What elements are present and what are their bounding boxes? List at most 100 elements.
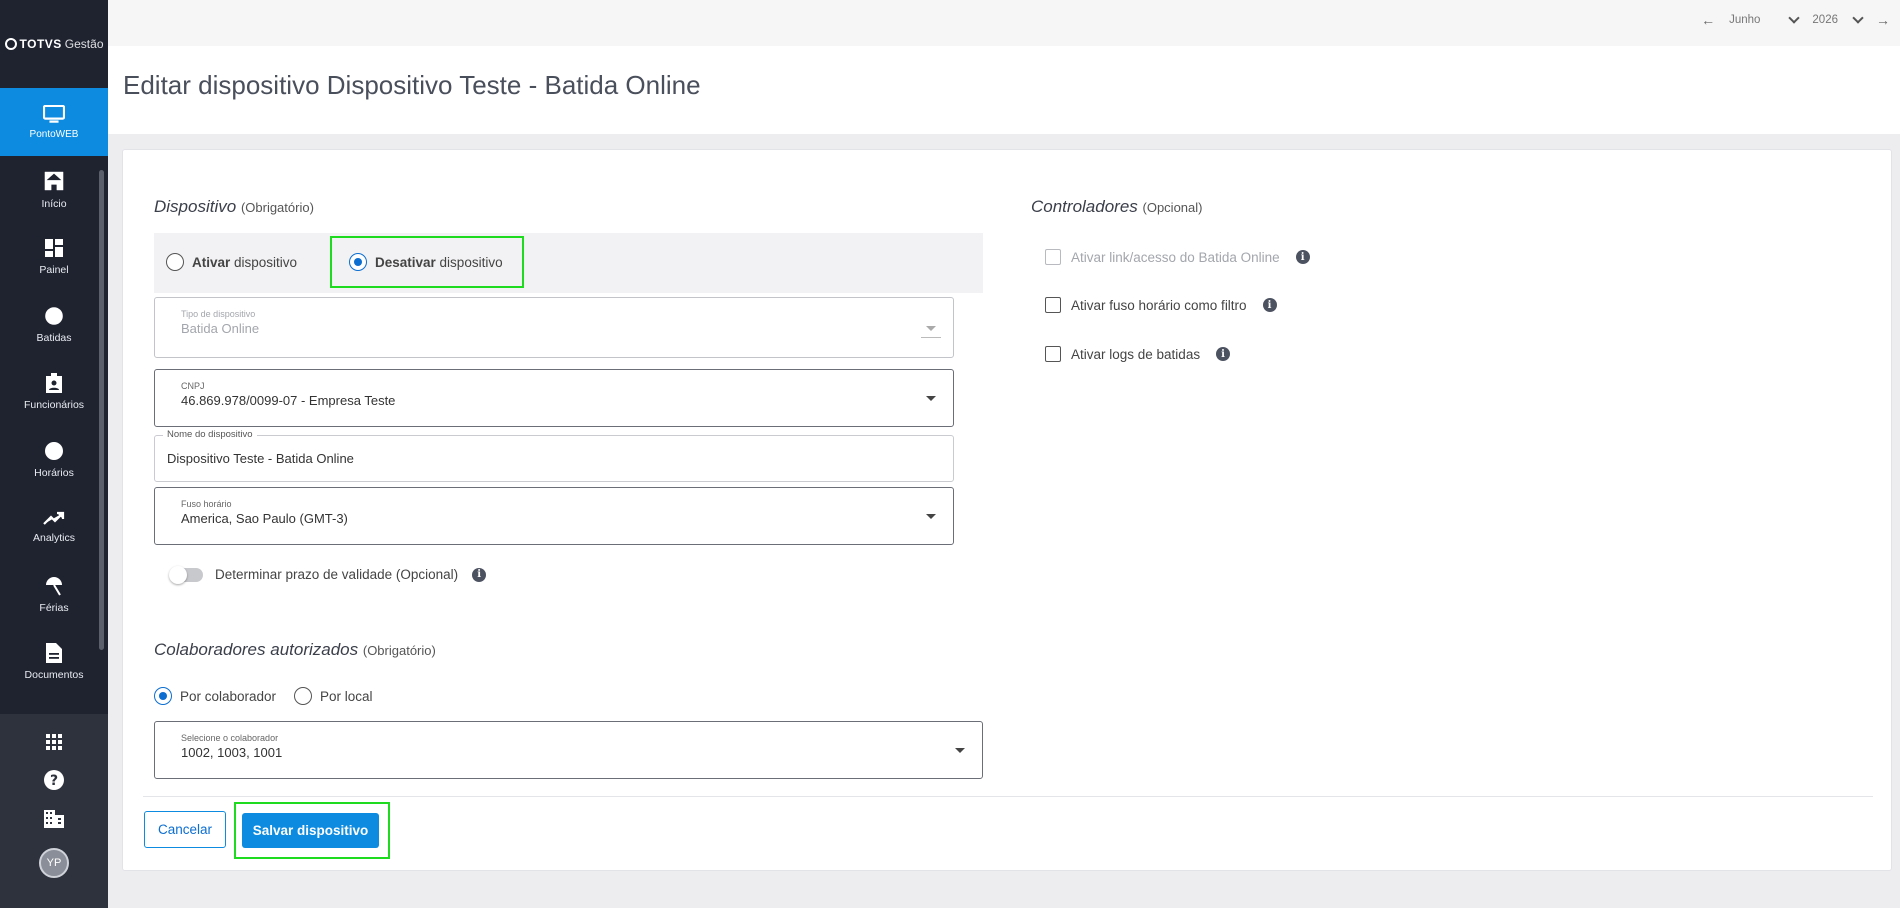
footer-divider xyxy=(143,796,1873,797)
checkbox-timezone-filter[interactable]: Ativar fuso horário como filtro i xyxy=(1045,297,1277,313)
page-title: Editar dispositivo Dispositivo Teste - B… xyxy=(123,70,701,100)
field-value: America, Sao Paulo (GMT-3) xyxy=(181,511,348,526)
checkbox-box xyxy=(1045,346,1061,362)
timezone-select[interactable]: Fuso horário America, Sao Paulo (GMT-3) xyxy=(154,487,954,545)
radio-circle xyxy=(166,253,184,271)
validity-label: Determinar prazo de validade (Opcional) xyxy=(215,567,459,582)
field-label: Selecione o colaborador xyxy=(181,733,279,743)
home-icon xyxy=(44,171,64,190)
section-note: (Opcional) xyxy=(1142,200,1203,215)
sidebar-item-batidas[interactable]: Batidas xyxy=(0,291,108,359)
cancel-button[interactable]: Cancelar xyxy=(144,811,226,848)
info-icon[interactable]: i xyxy=(1216,347,1231,361)
caret-down-icon xyxy=(926,396,936,401)
sidebar-item-documentos[interactable]: Documentos xyxy=(0,629,108,697)
checkbox-logs[interactable]: Ativar logs de batidas i xyxy=(1045,346,1231,362)
field-label: CNPJ xyxy=(181,381,205,391)
collaborators-section-title: Colaboradores autorizados (Obrigatório) xyxy=(154,640,436,660)
by-location-radio[interactable]: Por local xyxy=(294,687,373,705)
sidebar-item-label: Férias xyxy=(39,601,69,614)
sidebar-item-label: Funcionários xyxy=(23,399,85,412)
device-name-field[interactable]: Nome do dispositivo Dispositivo Teste - … xyxy=(154,429,954,482)
building-icon[interactable] xyxy=(44,810,64,828)
info-icon[interactable]: i xyxy=(1295,250,1310,264)
radio-circle xyxy=(294,687,312,705)
sidebar-item-analytics[interactable]: Analytics xyxy=(0,494,108,562)
month-value: Junho xyxy=(1729,14,1761,26)
form-card: Dispositivo (Obrigatório) Ativar disposi… xyxy=(122,149,1892,871)
checkbox-box xyxy=(1045,249,1061,265)
caret-down-icon xyxy=(926,514,936,519)
sidebar-item-inicio[interactable]: Início xyxy=(0,156,108,224)
top-bar: ← Junho 2026 → xyxy=(108,0,1900,46)
field-label: Fuso horário xyxy=(181,499,232,509)
device-type-select: Tipo de dispositivo Batida Online xyxy=(154,297,954,358)
radio-label-rest: dispositivo xyxy=(230,254,298,270)
sidebar-item-label: Painel xyxy=(39,264,69,277)
monitor-icon xyxy=(43,104,65,123)
sidebar-item-horarios[interactable]: Horários xyxy=(0,426,108,494)
logo-ring-icon xyxy=(4,38,17,50)
field-value: 1002, 1003, 1001 xyxy=(181,745,283,760)
clock-icon xyxy=(45,441,63,460)
validity-toggle[interactable] xyxy=(169,566,203,584)
avatar[interactable]: YP xyxy=(39,848,69,878)
logo-product: Gestão xyxy=(64,37,104,51)
sidebar-item-painel[interactable]: Painel xyxy=(0,224,108,292)
section-title-text: Colaboradores autorizados xyxy=(154,640,359,659)
prev-period-arrow-icon[interactable]: ← xyxy=(1701,12,1715,28)
badge-icon xyxy=(46,373,62,394)
dashboard-icon xyxy=(45,239,63,258)
caret-down-icon xyxy=(926,325,936,331)
apps-grid-icon[interactable] xyxy=(46,734,62,750)
svg-text:?: ? xyxy=(50,773,58,789)
radio-label: Por colaborador xyxy=(180,688,277,704)
sidebar-item-label: Analytics xyxy=(32,532,75,545)
sidebar-item-label: Batidas xyxy=(36,331,72,344)
section-note: (Obrigatório) xyxy=(362,643,436,658)
trending-icon xyxy=(43,512,65,526)
module-pontoweb[interactable]: PontoWEB xyxy=(0,88,108,156)
checkbox-label: Ativar fuso horário como filtro xyxy=(1071,297,1247,313)
umbrella-icon xyxy=(46,576,62,596)
radio-label: Ativar dispositivo xyxy=(192,255,297,270)
next-period-arrow-icon[interactable]: → xyxy=(1876,12,1890,28)
underline xyxy=(921,337,941,338)
year-value: 2026 xyxy=(1812,14,1838,26)
by-collaborator-radio[interactable]: Por colaborador xyxy=(154,687,276,705)
app-logo[interactable]: TOTVS Gestão xyxy=(0,0,108,88)
highlight-box xyxy=(330,236,524,288)
field-label: Tipo de dispositivo xyxy=(181,309,256,319)
cnpj-select[interactable]: CNPJ 46.869.978/0099-07 - Empresa Teste xyxy=(154,369,954,427)
sidebar-item-label: Início xyxy=(41,197,67,210)
logo-brand: TOTVS xyxy=(19,37,62,51)
activate-device-radio[interactable]: Ativar dispositivo xyxy=(166,253,297,271)
period-selector: ← Junho 2026 → xyxy=(1701,11,1890,28)
device-status-radio-group: Ativar dispositivo Desativar dispositivo xyxy=(154,233,983,293)
collaborator-select[interactable]: Selecione o colaborador 1002, 1003, 1001 xyxy=(154,721,983,779)
controllers-section-title: Controladores (Opcional) xyxy=(1031,197,1202,217)
sidebar-item-ferias[interactable]: Férias xyxy=(0,561,108,629)
year-select[interactable]: 2026 xyxy=(1812,11,1864,26)
validity-toggle-label-row: Determinar prazo de validade (Opcional) … xyxy=(215,567,487,582)
info-icon[interactable]: i xyxy=(1262,298,1277,312)
sidebar-bottom: ? YP xyxy=(0,714,108,908)
field-value: Dispositivo Teste - Batida Online xyxy=(167,451,354,466)
sidebar: TOTVS Gestão PontoWEB Início Painel Bati… xyxy=(0,0,108,908)
radio-label-bold: Ativar xyxy=(192,254,231,270)
device-section-title: Dispositivo (Obrigatório) xyxy=(154,197,314,217)
sidebar-scrollbar[interactable] xyxy=(99,170,104,650)
fingerprint-icon xyxy=(45,306,63,325)
checkbox-batida-online-link: Ativar link/acesso do Batida Online i xyxy=(1045,249,1310,265)
section-note: (Obrigatório) xyxy=(240,200,314,215)
sidebar-nav: Início Painel Batidas Funcionários Horár… xyxy=(0,156,108,696)
sidebar-item-funcionarios[interactable]: Funcionários xyxy=(0,359,108,427)
field-value: 46.869.978/0099-07 - Empresa Teste xyxy=(181,393,396,408)
month-select[interactable]: Junho xyxy=(1729,11,1801,26)
radio-label: Por local xyxy=(320,688,373,704)
sidebar-item-label: Horários xyxy=(34,466,74,479)
document-icon xyxy=(46,643,62,664)
caret-down-icon xyxy=(955,748,965,753)
info-icon[interactable]: i xyxy=(472,567,487,582)
help-icon[interactable]: ? xyxy=(44,770,64,790)
